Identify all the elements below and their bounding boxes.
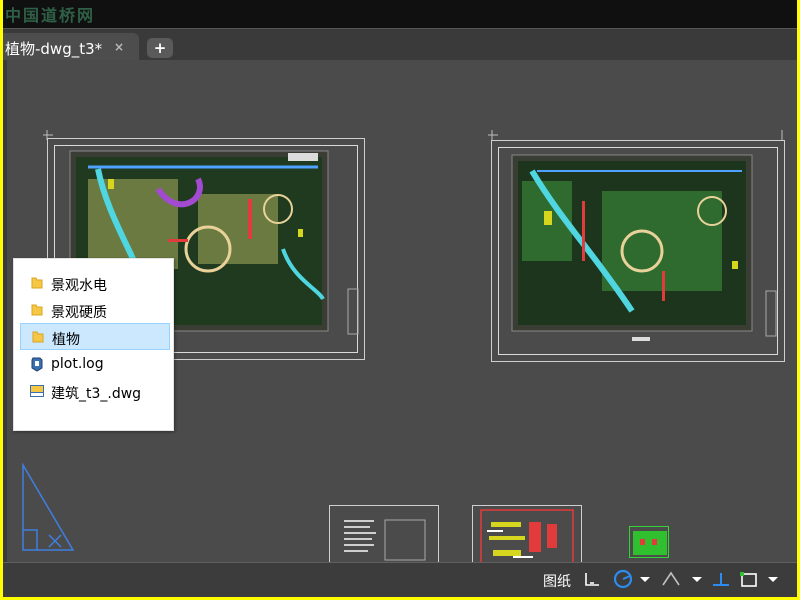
folder-icon — [32, 331, 44, 343]
new-tab-button[interactable]: + — [147, 38, 173, 58]
thumbnail-sheet-drawing — [633, 531, 667, 555]
selection-cycling-icon[interactable] — [737, 567, 761, 591]
document-tab[interactable]: 植物-dwg_t3* × — [3, 33, 139, 61]
menu-item-plot-log[interactable]: plot.log — [20, 351, 170, 378]
folder-icon — [31, 277, 43, 289]
legend-sheet-drawing — [480, 509, 574, 562]
object-snap-icon[interactable] — [709, 567, 733, 591]
dwg-file-icon — [30, 385, 44, 397]
status-bar: 图纸 — [3, 562, 797, 597]
menu-item-label: 植物 — [52, 332, 80, 348]
folder-icon — [31, 304, 43, 316]
site-plan-drawing-right — [511, 154, 777, 341]
chevron-down-icon[interactable] — [689, 567, 705, 591]
isometric-drafting-icon[interactable] — [659, 567, 683, 591]
menu-item-label: plot.log — [51, 356, 104, 372]
log-file-icon — [31, 357, 43, 372]
close-tab-icon[interactable]: × — [113, 41, 125, 53]
ucs-icon — [22, 462, 75, 551]
menu-item-architecture-dwg[interactable]: 建筑_t3_.dwg — [20, 378, 170, 405]
menu-item-folder-landscape-electrical[interactable]: 景观水电 — [20, 270, 170, 297]
document-tab-bar: 植物-dwg_t3* × + — [3, 28, 797, 61]
drawing-sheet-right[interactable] — [491, 140, 785, 362]
cad-application-window: 中国道桥网 植物-dwg_t3* × + 景观水电 景观硬质 植物 plot.l… — [3, 0, 797, 597]
notes-sheet-drawing — [344, 519, 426, 561]
chevron-down-icon[interactable] — [637, 567, 653, 591]
file-dropdown-menu: 景观水电 景观硬质 植物 plot.log 建筑_t3_.dwg — [13, 258, 174, 431]
document-tab-label: 植物-dwg_t3* — [5, 40, 103, 58]
title-bar: 中国道桥网 — [3, 0, 797, 28]
menu-item-label: 景观硬质 — [51, 305, 107, 321]
drawing-sheet-notes[interactable] — [329, 505, 439, 562]
chevron-down-icon[interactable] — [765, 567, 781, 591]
menu-item-label: 景观水电 — [51, 278, 107, 294]
watermark-text: 中国道桥网 — [5, 6, 96, 25]
drawing-sheet-legend[interactable] — [472, 505, 582, 562]
menu-item-folder-landscape-hardscape[interactable]: 景观硬质 — [20, 297, 170, 324]
paper-space-toggle[interactable]: 图纸 — [543, 571, 571, 591]
menu-item-folder-plants[interactable]: 植物 — [20, 323, 170, 350]
menu-item-label: 建筑_t3_.dwg — [51, 386, 142, 402]
polar-tracking-icon[interactable] — [611, 567, 635, 591]
drawing-sheet-thumbnail[interactable] — [629, 526, 669, 558]
grid-snap-icon[interactable] — [581, 567, 605, 591]
